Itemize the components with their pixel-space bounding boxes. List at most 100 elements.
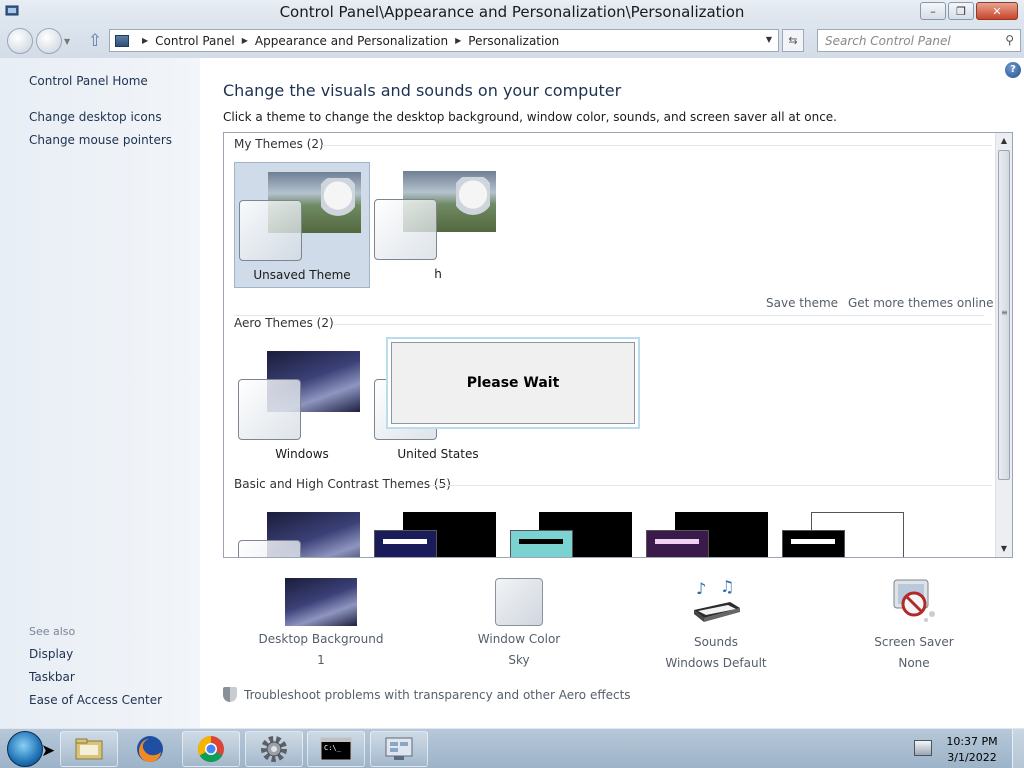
shield-icon (223, 687, 237, 702)
breadcrumb-appearance[interactable]: Appearance and Personalization (255, 34, 448, 48)
theme-windows-basic[interactable] (234, 503, 370, 557)
theme-unsaved[interactable]: Unsaved Theme (234, 162, 370, 288)
title-bar-swatch (791, 539, 835, 544)
theme-list-scrollbar[interactable]: ▲ ≡ ▼ (995, 133, 1012, 557)
navigation-bar: ▼ ⇧ ▶ Control Panel ▶ Appearance and Per… (0, 24, 1024, 58)
theme-name: United States (397, 447, 479, 461)
theme-name: h (434, 267, 442, 281)
minimize-button[interactable]: – (920, 2, 946, 20)
taskbar-firefox[interactable] (121, 731, 179, 767)
group-divider (334, 324, 992, 325)
refresh-icon[interactable]: ⇆ (782, 29, 804, 52)
svg-text:C:\_: C:\_ (324, 744, 342, 752)
chevron-right-icon[interactable]: ▶ (142, 36, 148, 45)
window-color-setting[interactable]: Window Color Sky (434, 578, 604, 667)
setting-label: Screen Saver (874, 635, 954, 649)
character-image (456, 177, 490, 227)
scroll-up-arrow-icon[interactable]: ▲ (996, 133, 1012, 149)
troubleshoot-link[interactable]: Troubleshoot problems with transparency … (223, 687, 631, 702)
setting-value: None (898, 656, 930, 670)
window-title: Control Panel\Appearance and Personaliza… (279, 3, 745, 21)
sounds-setting[interactable]: ♪ ♫ Sounds Windows Default (631, 577, 801, 670)
network-icon[interactable] (914, 740, 932, 756)
address-dropdown-icon[interactable]: ▼ (766, 35, 772, 44)
character-image (321, 178, 355, 228)
theme-list: My Themes (2) Unsaved Theme h Save theme… (223, 132, 1013, 558)
window-color-swatch (510, 530, 573, 557)
group-divider (430, 485, 992, 486)
svg-text:♪: ♪ (696, 579, 706, 598)
search-placeholder: Search Control Panel (825, 34, 951, 48)
sounds-icon: ♪ ♫ (694, 577, 740, 622)
search-icon[interactable]: ⚲ (1005, 33, 1014, 47)
setting-value: Sky (508, 653, 530, 667)
window-color-swatch (238, 540, 301, 557)
show-desktop-button[interactable] (1012, 729, 1024, 768)
theme-h[interactable]: h (370, 162, 506, 288)
sidebar-link-display[interactable]: Display (29, 647, 73, 661)
save-theme-link[interactable]: Save theme (766, 296, 838, 310)
back-button[interactable] (7, 28, 33, 54)
theme-high-contrast-1[interactable] (370, 503, 506, 557)
screen-saver-setting[interactable]: Screen Saver None (829, 578, 999, 670)
search-input[interactable]: Search Control Panel ⚲ (817, 29, 1021, 52)
taskbar-control-panel[interactable] (370, 731, 428, 767)
sidebar-link-change-desktop-icons[interactable]: Change desktop icons (29, 110, 162, 124)
system-clock[interactable]: 10:37 PM 3/1/2022 (940, 734, 1004, 766)
window-color-swatch (239, 200, 302, 261)
breadcrumb-personalization[interactable]: Personalization (468, 34, 559, 48)
chevron-right-icon[interactable]: ▶ (455, 36, 461, 45)
scroll-thumb[interactable]: ≡ (998, 150, 1010, 480)
maximize-button[interactable]: ❐ (948, 2, 974, 20)
up-arrow-icon[interactable]: ⇧ (86, 31, 104, 51)
setting-label: Window Color (477, 632, 561, 646)
desktop-background-icon (285, 578, 357, 626)
start-button[interactable] (7, 731, 43, 767)
theme-high-contrast-black[interactable] (642, 503, 778, 557)
terminal-icon: C:\_ (320, 737, 352, 761)
grip-icon: ≡ (1001, 308, 1008, 317)
title-bar-swatch (655, 539, 699, 544)
sidebar-link-taskbar[interactable]: Taskbar (29, 670, 75, 684)
sidebar-link-change-mouse-pointers[interactable]: Change mouse pointers (29, 133, 172, 147)
desktop-background-setting[interactable]: Desktop Background 1 (236, 578, 406, 667)
group-label-aero-themes: Aero Themes (2) (234, 316, 334, 330)
taskbar-settings[interactable] (245, 731, 303, 767)
forward-button[interactable] (36, 28, 62, 54)
scroll-down-arrow-icon[interactable]: ▼ (996, 541, 1012, 557)
sidebar-link-control-panel-home[interactable]: Control Panel Home (29, 74, 148, 88)
close-button[interactable]: ✕ (976, 2, 1018, 20)
theme-high-contrast-white[interactable] (778, 503, 914, 557)
folder-icon (75, 738, 103, 760)
recent-pages-dropdown-icon[interactable]: ▼ (64, 37, 70, 46)
group-divider (234, 315, 984, 316)
theme-name: Unsaved Theme (253, 268, 351, 282)
please-wait-dialog: Please Wait (386, 337, 640, 429)
breadcrumb-control-panel[interactable]: Control Panel (155, 34, 235, 48)
control-panel-icon (385, 737, 413, 760)
gear-icon (261, 736, 287, 762)
window-controls: – ❐ ✕ (918, 2, 1018, 20)
theme-high-contrast-2[interactable] (506, 503, 642, 557)
theme-name: Windows (275, 447, 329, 461)
window-color-swatch (782, 530, 845, 557)
help-icon[interactable]: ? (1005, 62, 1021, 78)
taskbar-explorer[interactable] (60, 731, 118, 767)
setting-value: 1 (317, 653, 325, 667)
taskbar-command-prompt[interactable]: C:\_ (307, 731, 365, 767)
main-content: ? Change the visuals and sounds on your … (200, 58, 1024, 728)
taskbar-chrome[interactable] (182, 731, 240, 767)
chevron-right-icon[interactable]: ▶ (242, 36, 248, 45)
setting-label: Desktop Background (258, 632, 384, 646)
window-color-swatch (238, 379, 301, 440)
clock-date: 3/1/2022 (947, 751, 997, 764)
get-more-themes-link[interactable]: Get more themes online (848, 296, 994, 310)
theme-windows[interactable]: Windows (234, 342, 370, 468)
chrome-icon (197, 735, 224, 763)
sidebar: Control Panel Home Change desktop icons … (0, 58, 200, 728)
screen-saver-icon (893, 579, 935, 622)
address-bar[interactable]: ▶ Control Panel ▶ Appearance and Persona… (109, 29, 779, 52)
sidebar-link-ease-of-access[interactable]: Ease of Access Center (29, 693, 162, 707)
title-bar: Control Panel\Appearance and Personaliza… (0, 0, 1024, 24)
page-subtext: Click a theme to change the desktop back… (223, 110, 837, 124)
